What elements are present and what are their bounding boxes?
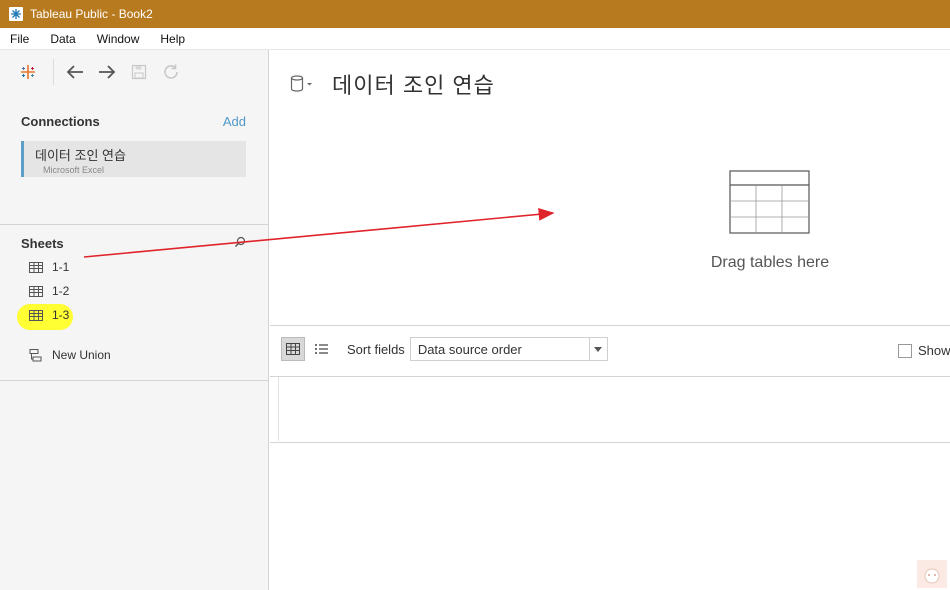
search-sheets-icon[interactable] <box>234 236 246 251</box>
sheets-header: Sheets <box>21 236 246 251</box>
drop-hint: Drag tables here <box>710 254 830 271</box>
tableau-logo-icon[interactable] <box>15 59 41 85</box>
menu-file[interactable]: File <box>6 32 33 46</box>
new-union-label: New Union <box>52 348 111 362</box>
menu-window[interactable]: Window <box>93 32 144 46</box>
grid-bottom-border <box>270 442 950 443</box>
datasource-title[interactable]: 데이터 조인 연습 <box>332 68 495 100</box>
forward-arrow-icon[interactable] <box>94 59 120 85</box>
database-dropdown-icon[interactable] <box>290 74 314 94</box>
sheet-table-icon <box>29 285 44 297</box>
table-placeholder-icon <box>729 170 810 234</box>
sheet-table-icon <box>29 309 44 321</box>
tableau-app-icon <box>8 6 24 22</box>
sheet-label: 1-2 <box>52 284 70 298</box>
sheet-table-icon <box>29 261 44 273</box>
save-icon[interactable] <box>126 59 152 85</box>
show-checkbox[interactable] <box>898 343 912 358</box>
new-union-item[interactable]: New Union <box>29 346 111 364</box>
connection-name: 데이터 조인 연습 <box>35 148 126 163</box>
connection-item[interactable]: 데이터 조인 연습 Microsoft Excel <box>21 141 246 177</box>
data-pane: Connections Add 데이터 조인 연습 Microsoft Exce… <box>0 50 269 590</box>
sheets-title: Sheets <box>21 236 64 251</box>
section-divider <box>0 224 268 225</box>
sheet-item-1-2[interactable]: 1-2 <box>29 282 69 300</box>
connection-type: Microsoft Excel <box>43 165 105 175</box>
grid-view-button[interactable] <box>281 337 305 361</box>
union-icon <box>29 348 44 361</box>
datasource-canvas: 데이터 조인 연습 Drag tables here Sort fields D… <box>270 50 950 590</box>
add-connection-link[interactable]: Add <box>223 114 246 129</box>
section-divider <box>0 380 268 381</box>
chevron-down-icon <box>588 338 607 360</box>
back-arrow-icon[interactable] <box>62 59 88 85</box>
grid-toolbar: Sort fields Data source order <box>270 336 950 362</box>
sheet-label: 1-3 <box>52 308 70 322</box>
sheet-label: 1-1 <box>52 260 70 274</box>
menu-data[interactable]: Data <box>46 32 79 46</box>
sheet-item-1-1[interactable]: 1-1 <box>29 258 69 276</box>
toolbar <box>0 50 269 94</box>
list-view-button[interactable] <box>309 337 333 361</box>
drop-zone[interactable]: Drag tables here <box>700 170 840 272</box>
refresh-icon[interactable] <box>158 59 184 85</box>
grid-row-header-line <box>278 377 279 441</box>
sheet-item-1-3[interactable]: 1-3 <box>29 306 69 324</box>
show-label: Show <box>918 343 950 358</box>
datasource-header: 데이터 조인 연습 <box>290 68 495 100</box>
sort-fields-dropdown[interactable]: Data source order <box>409 337 608 361</box>
canvas-divider <box>270 325 950 326</box>
grid-top-border <box>270 376 950 377</box>
window-title: Tableau Public - Book2 <box>30 7 153 21</box>
connections-title: Connections <box>21 114 100 129</box>
show-option[interactable]: Show <box>898 343 950 358</box>
menu-bar: File Data Window Help <box>0 28 950 50</box>
toolbar-separator <box>53 59 54 85</box>
watermark-icon <box>917 560 947 588</box>
sort-fields-label: Sort fields <box>347 341 405 357</box>
title-bar: Tableau Public - Book2 <box>0 0 950 28</box>
sort-fields-value: Data source order <box>417 341 522 357</box>
menu-help[interactable]: Help <box>156 32 189 46</box>
connections-header: Connections Add <box>21 114 246 129</box>
